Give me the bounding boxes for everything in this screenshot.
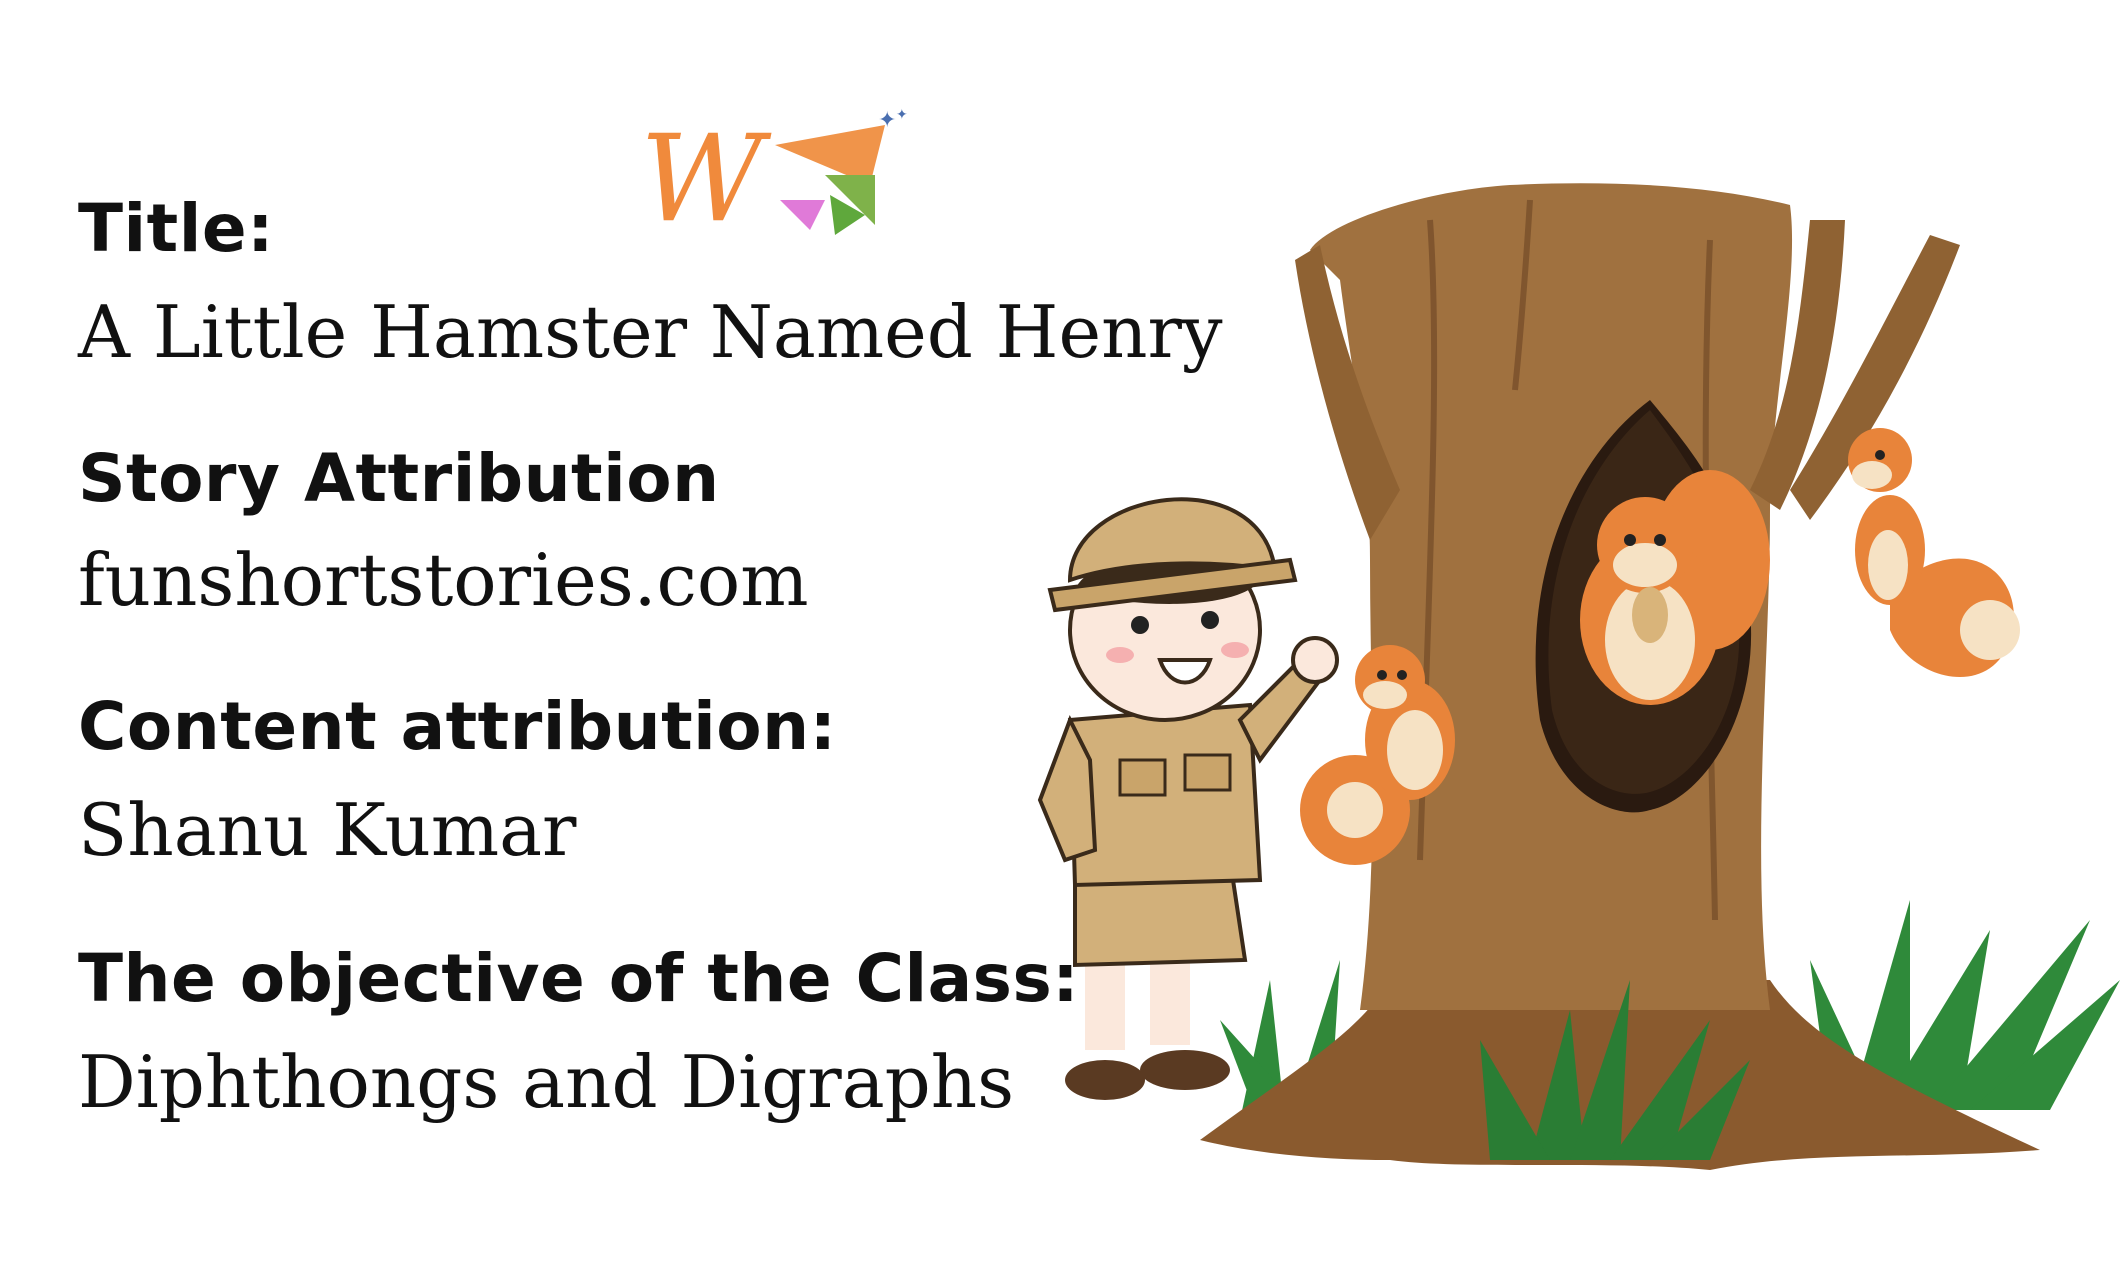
title-heading: Title:: [78, 190, 274, 267]
objective-value: Diphthongs and Digraphs: [78, 1040, 1015, 1124]
story-attribution-heading: Story Attribution: [78, 440, 720, 517]
brand-logo-icon: W ✦ ✦: [640, 107, 908, 245]
logo-letter: W: [640, 110, 772, 245]
content-attribution-heading: Content attribution:: [78, 688, 837, 765]
svg-text:✦: ✦: [878, 108, 896, 133]
slide: W ✦ ✦ Title: A Little Hamster Named Henr…: [0, 0, 2125, 1275]
content-attribution-value: Shanu Kumar: [78, 788, 577, 872]
boy-explorer-with-squirrels-in-tree-icon: [1037, 183, 2120, 1170]
objective-heading: The objective of the Class:: [78, 940, 1080, 1017]
svg-text:✦: ✦: [896, 107, 908, 123]
story-attribution-value: funshortstories.com: [78, 538, 809, 622]
